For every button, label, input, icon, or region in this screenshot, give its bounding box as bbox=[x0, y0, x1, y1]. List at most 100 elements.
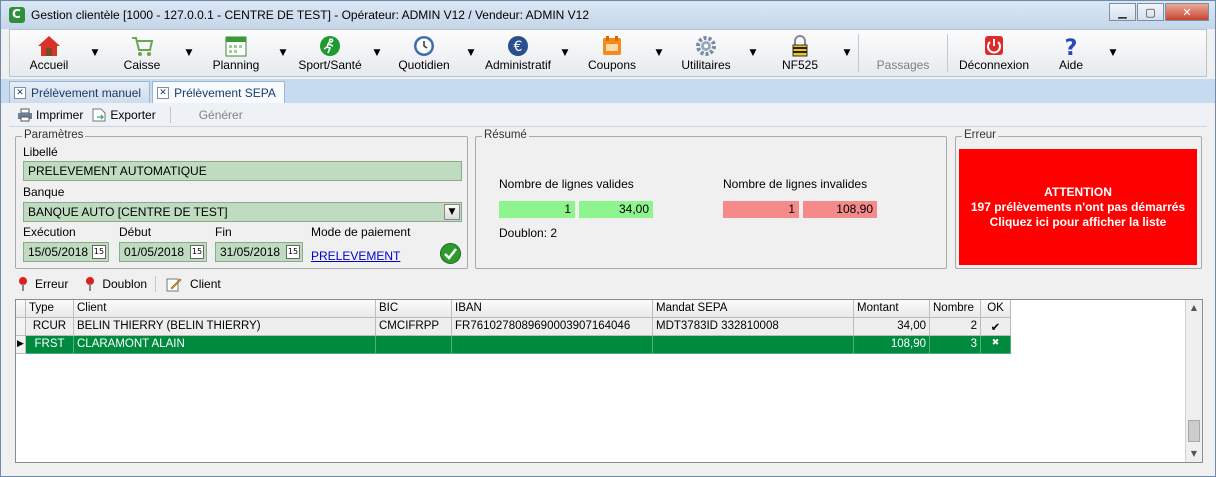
cell-mandat[interactable] bbox=[653, 336, 854, 354]
fin-date-field[interactable]: 31/05/2018 15 bbox=[215, 242, 303, 262]
print-label: Imprimer bbox=[36, 107, 84, 122]
execution-date-field[interactable]: 15/05/2018 15 bbox=[23, 242, 109, 262]
scroll-thumb[interactable] bbox=[1188, 420, 1200, 442]
sport-dropdown-icon[interactable]: ▼ bbox=[370, 30, 384, 76]
filter-doublon-button[interactable]: Doublon bbox=[86, 277, 147, 291]
filter-client-button[interactable]: Client bbox=[166, 277, 221, 292]
close-tab-icon[interactable]: ✕ bbox=[14, 86, 26, 99]
toolbar-label: Passages bbox=[876, 58, 930, 72]
coupons-dropdown-icon[interactable]: ▼ bbox=[652, 30, 666, 76]
chevron-down-icon[interactable]: ▼ bbox=[444, 204, 460, 220]
calendar-icon[interactable]: 15 bbox=[92, 245, 106, 259]
toolbar-accueil[interactable]: Accueil bbox=[10, 30, 88, 76]
error-alert-panel[interactable]: ATTENTION 197 prélèvements n'ont pas dém… bbox=[959, 149, 1197, 265]
toolbar-coupons[interactable]: Coupons bbox=[572, 30, 652, 76]
toolbar-quotidien[interactable]: Quotidien bbox=[384, 30, 464, 76]
cell-ok-check-icon[interactable]: ✔ bbox=[981, 318, 1011, 336]
debut-date-field[interactable]: 01/05/2018 15 bbox=[119, 242, 207, 262]
toolbar-label: Administratif bbox=[484, 58, 552, 72]
filter-bar: Erreur Doublon Client bbox=[9, 273, 1207, 295]
cell-montant[interactable]: 108,90 bbox=[854, 336, 930, 354]
toolbar-label: Coupons bbox=[587, 58, 637, 72]
euro-icon: € bbox=[508, 36, 528, 56]
libelle-field[interactable]: PRELEVEMENT AUTOMATIQUE bbox=[23, 161, 462, 181]
nf525-dropdown-icon[interactable]: ▼ bbox=[840, 30, 854, 76]
printer-icon bbox=[18, 108, 32, 121]
calendar-icon[interactable]: 15 bbox=[190, 245, 204, 259]
cell-montant[interactable]: 34,00 bbox=[854, 318, 930, 336]
accueil-dropdown-icon[interactable]: ▼ bbox=[88, 30, 102, 76]
coupon-icon bbox=[603, 36, 621, 55]
mode-paiement-label: Mode de paiement bbox=[311, 225, 411, 239]
vertical-scrollbar[interactable]: ▲ ▼ bbox=[1185, 300, 1202, 462]
toolbar-planning[interactable]: Planning bbox=[196, 30, 276, 76]
cell-iban[interactable] bbox=[452, 336, 653, 354]
validate-check-icon[interactable] bbox=[440, 243, 461, 264]
gear-icon bbox=[696, 36, 716, 56]
toolbar-passages[interactable]: Passages bbox=[863, 30, 943, 76]
close-tab-icon[interactable]: ✕ bbox=[157, 87, 170, 99]
utilitaires-dropdown-icon[interactable]: ▼ bbox=[746, 30, 760, 76]
scroll-down-icon[interactable]: ▼ bbox=[1186, 446, 1202, 462]
resume-group-title: Résumé bbox=[482, 129, 529, 141]
cell-nombre[interactable]: 2 bbox=[930, 318, 981, 336]
column-header[interactable]: Mandat SEPA bbox=[653, 300, 854, 318]
cell-nombre[interactable]: 3 bbox=[930, 336, 981, 354]
debut-value: 01/05/2018 bbox=[124, 245, 185, 259]
banque-select[interactable]: BANQUE AUTO [CENTRE DE TEST] ▼ bbox=[23, 202, 462, 222]
cell-client[interactable]: CLARAMONT ALAIN bbox=[74, 336, 376, 354]
column-header[interactable]: Type bbox=[26, 300, 74, 318]
aide-dropdown-icon[interactable]: ▼ bbox=[1106, 30, 1120, 76]
toolbar-caisse[interactable]: Caisse bbox=[102, 30, 182, 76]
app-logo-icon bbox=[9, 7, 25, 23]
generate-button[interactable]: Générer bbox=[199, 108, 243, 122]
libelle-label: Libellé bbox=[23, 145, 58, 159]
tab-prelevement-manuel[interactable]: ✕ Prélèvement manuel bbox=[9, 81, 151, 103]
calendar-icon[interactable]: 15 bbox=[286, 245, 300, 259]
cell-type[interactable]: FRST bbox=[26, 336, 74, 354]
column-header[interactable]: Nombre bbox=[930, 300, 981, 318]
grid-header: Type Client BIC IBAN Mandat SEPA Montant… bbox=[16, 300, 1011, 318]
cell-bic[interactable] bbox=[376, 336, 452, 354]
tab-prelevement-sepa[interactable]: ✕ Prélèvement SEPA bbox=[152, 81, 285, 104]
invalid-lines-label: Nombre de lignes invalides bbox=[723, 177, 868, 191]
export-button[interactable]: Exporter bbox=[91, 108, 156, 122]
toolbar-sport-sante[interactable]: Sport/Santé bbox=[290, 30, 370, 76]
print-button[interactable]: Imprimer bbox=[17, 108, 83, 122]
filter-erreur-button[interactable]: Erreur bbox=[19, 277, 68, 291]
column-header[interactable]: BIC bbox=[376, 300, 452, 318]
toolbar-administratif[interactable]: € Administratif bbox=[478, 30, 558, 76]
column-header[interactable]: OK bbox=[981, 300, 1011, 318]
cell-ok-cross-icon[interactable]: ✖ bbox=[981, 336, 1011, 354]
toolbar-utilitaires[interactable]: Utilitaires bbox=[666, 30, 746, 76]
cell-type[interactable]: RCUR bbox=[26, 318, 74, 336]
banque-label: Banque bbox=[23, 185, 65, 199]
close-button[interactable]: ✕ bbox=[1165, 3, 1209, 21]
mode-paiement-link[interactable]: PRELEVEMENT bbox=[311, 249, 400, 263]
maximize-button[interactable]: ▢ bbox=[1137, 3, 1164, 21]
toolbar-aide[interactable]: ? Aide bbox=[1036, 30, 1106, 76]
cell-iban[interactable]: FR7610278089690003907164046 bbox=[452, 318, 653, 336]
action-bar: Imprimer Exporter Générer bbox=[9, 103, 1207, 127]
column-header[interactable]: Client bbox=[74, 300, 376, 318]
table-row[interactable]: RCUR BELIN THIERRY (BELIN THIERRY) CMCIF… bbox=[16, 318, 1011, 336]
quotidien-dropdown-icon[interactable]: ▼ bbox=[464, 30, 478, 76]
minimize-button[interactable]: ▁ bbox=[1109, 3, 1136, 21]
column-header[interactable]: Montant bbox=[854, 300, 930, 318]
administratif-dropdown-icon[interactable]: ▼ bbox=[558, 30, 572, 76]
cell-client[interactable]: BELIN THIERRY (BELIN THIERRY) bbox=[74, 318, 376, 336]
invalid-lines-count: 1 bbox=[723, 201, 799, 218]
column-header[interactable]: IBAN bbox=[452, 300, 653, 318]
cell-bic[interactable]: CMCIFRPP bbox=[376, 318, 452, 336]
table-row[interactable]: ▶ FRST CLARAMONT ALAIN 108,90 3 ✖ bbox=[16, 336, 1011, 354]
toolbar-deconnexion[interactable]: Déconnexion bbox=[952, 30, 1036, 76]
toolbar-nf525[interactable]: NF525 bbox=[760, 30, 840, 76]
row-indicator bbox=[16, 318, 26, 336]
toolbar-label: Sport/Santé bbox=[298, 58, 362, 72]
cell-mandat[interactable]: MDT3783ID 332810008 bbox=[653, 318, 854, 336]
scroll-up-icon[interactable]: ▲ bbox=[1186, 300, 1202, 316]
planning-dropdown-icon[interactable]: ▼ bbox=[276, 30, 290, 76]
title-bar[interactable]: Gestion clientèle [1000 - 127.0.0.1 - CE… bbox=[1, 1, 1215, 29]
caisse-dropdown-icon[interactable]: ▼ bbox=[182, 30, 196, 76]
svg-text:?: ? bbox=[1065, 36, 1078, 57]
